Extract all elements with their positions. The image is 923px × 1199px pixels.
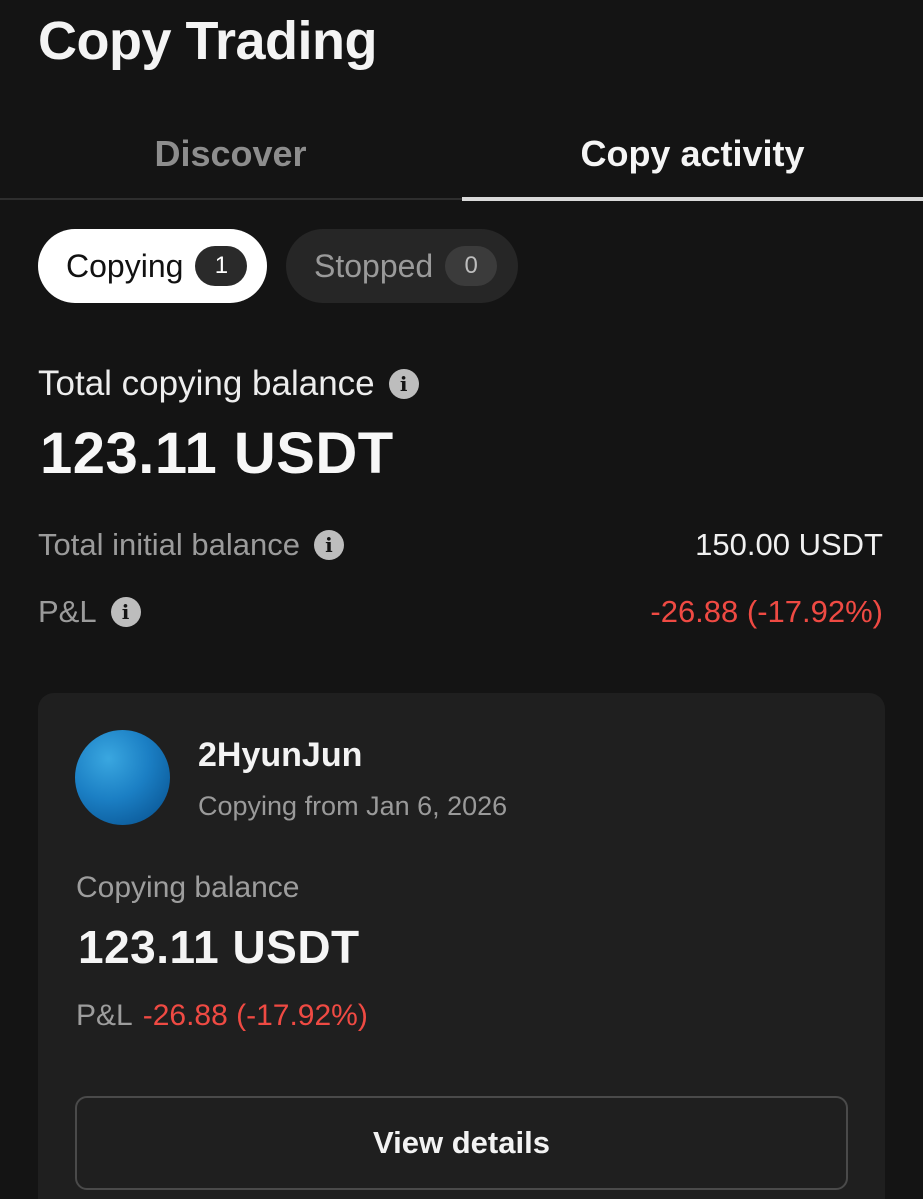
total-initial-balance-label: Total initial balance i [38, 527, 344, 563]
filter-copying-count: 1 [195, 246, 248, 286]
filter-copying[interactable]: Copying 1 [38, 229, 267, 303]
filter-stopped[interactable]: Stopped 0 [286, 229, 518, 303]
filter-copying-label: Copying [66, 247, 184, 284]
total-copying-balance-value: 123.11 USDT [40, 421, 394, 486]
total-copying-balance-text: Total copying balance [38, 364, 375, 403]
tab-discover[interactable]: Discover [0, 108, 461, 200]
total-copying-balance-label: Total copying balance i [38, 364, 419, 404]
total-initial-balance-text: Total initial balance [38, 527, 300, 562]
info-icon[interactable]: i [313, 530, 344, 560]
view-details-button[interactable]: View details [75, 1096, 848, 1190]
filter-stopped-label: Stopped [314, 247, 434, 284]
page-title: Copy Trading [38, 11, 378, 71]
tab-copy-activity[interactable]: Copy activity [462, 108, 923, 200]
copying-balance-label: Copying balance [76, 871, 300, 904]
avatar[interactable] [75, 730, 170, 825]
info-icon[interactable]: i [110, 597, 141, 627]
pnl-value: -26.88 (-17.92%) [650, 594, 883, 629]
copying-since: Copying from Jan 6, 2026 [198, 791, 508, 821]
pnl-label: P&L i [38, 594, 141, 630]
pnl-label-text: P&L [38, 594, 97, 629]
trader-card: 2HyunJun Copying from Jan 6, 2026 Copyin… [38, 693, 885, 1199]
active-tab-indicator [462, 197, 923, 201]
card-pnl: P&L -26.88 (-17.92%) [76, 999, 368, 1033]
card-pnl-value: -26.88 (-17.92%) [142, 999, 368, 1032]
trader-name[interactable]: 2HyunJun [198, 736, 362, 775]
copy-trading-screen: Copy Trading Discover Copy activity Copy… [0, 0, 923, 1199]
copying-balance-value: 123.11 USDT [78, 921, 360, 973]
card-pnl-label: P&L [76, 999, 133, 1032]
total-initial-balance-value: 150.00 USDT [695, 527, 883, 562]
filter-stopped-count: 0 [445, 246, 498, 286]
tab-bar: Discover Copy activity [0, 108, 923, 201]
info-icon[interactable]: i [388, 369, 419, 399]
